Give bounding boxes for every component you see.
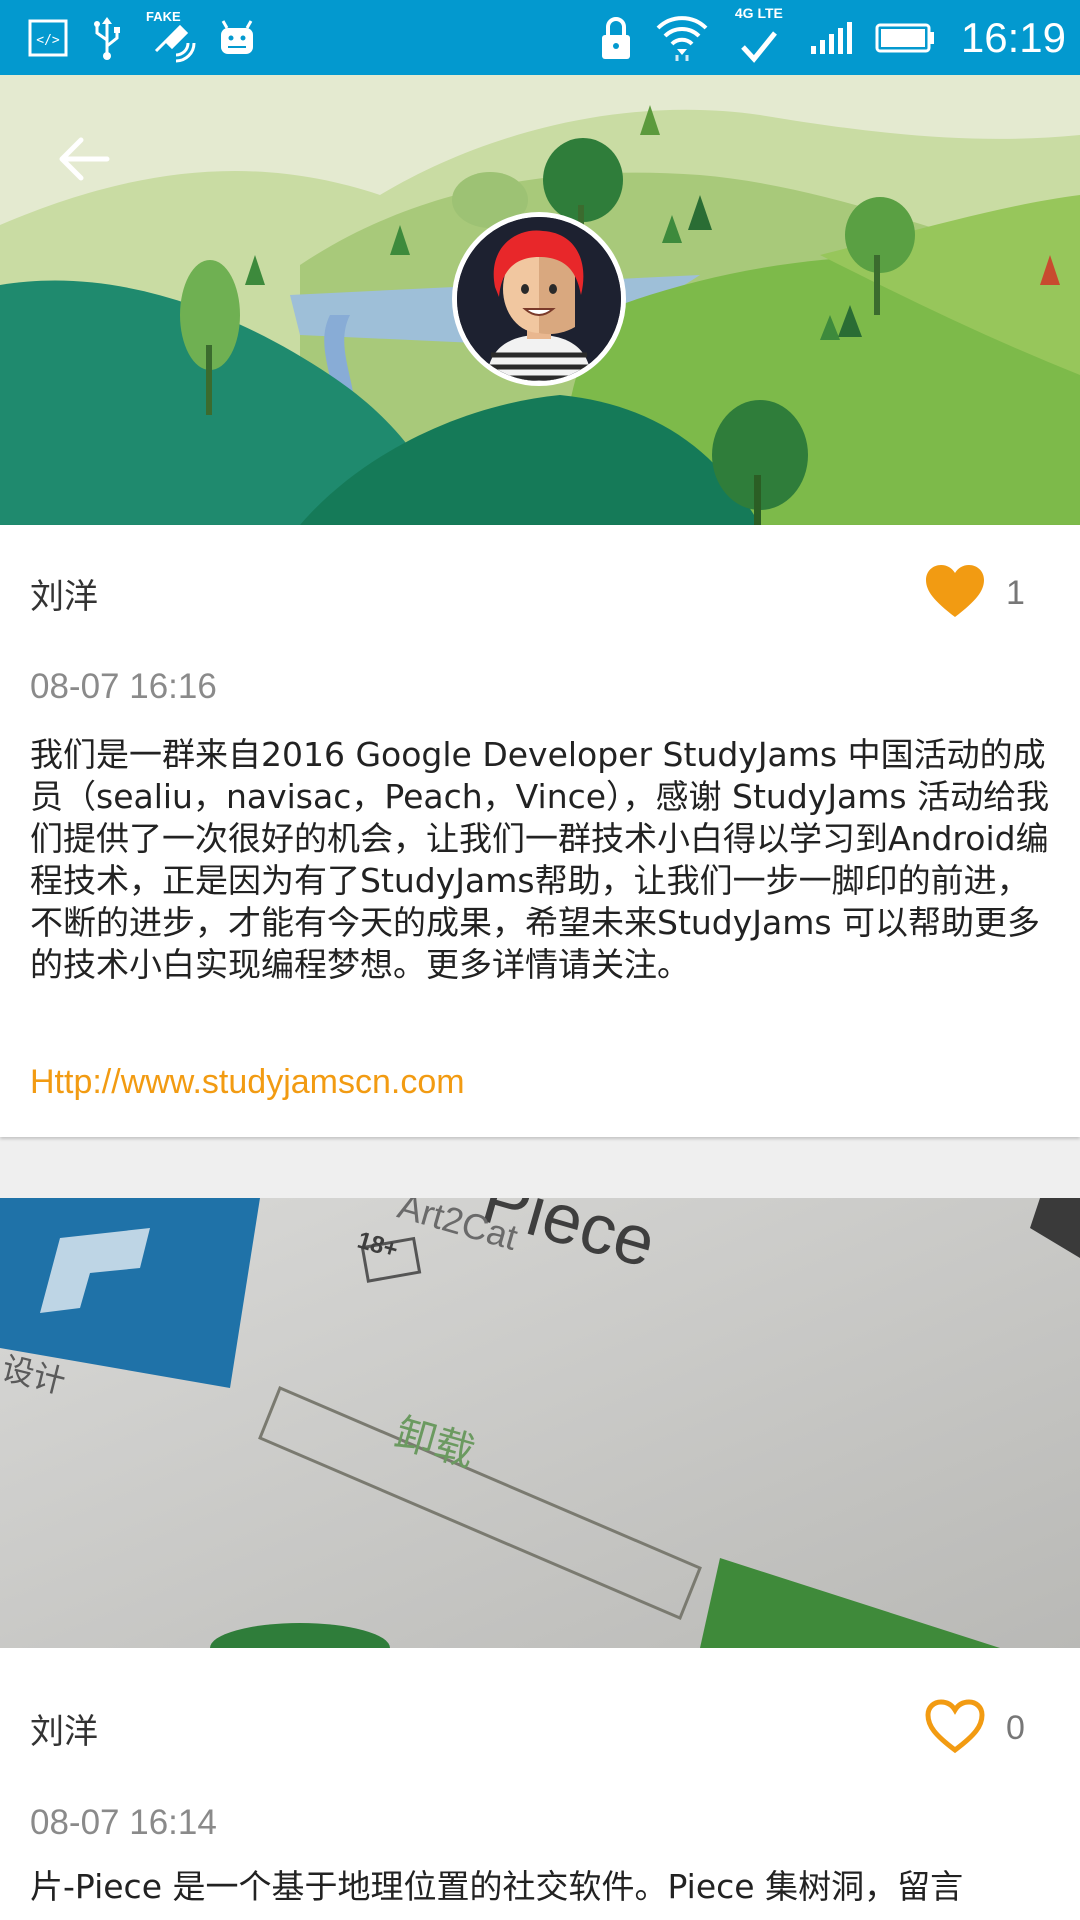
usb-icon bbox=[90, 16, 124, 60]
avatar[interactable] bbox=[452, 212, 626, 386]
heart-outline-icon[interactable] bbox=[924, 1698, 986, 1758]
header-banner bbox=[0, 75, 1080, 525]
clock: 16:19 bbox=[960, 13, 1066, 61]
svg-text:</>: </> bbox=[36, 33, 60, 48]
post-header: 刘洋 1 bbox=[30, 563, 1030, 623]
post-text: 我们是一群来自2016 Google Developer StudyJams 中… bbox=[30, 735, 1050, 984]
back-button[interactable] bbox=[52, 127, 116, 191]
like-count: 0 bbox=[1006, 1708, 1025, 1747]
app-store-photo: Piece Art2Cat 18+ 卸载 设计 bbox=[0, 1198, 1080, 1648]
post-time: 08-07 16:16 bbox=[30, 667, 217, 706]
post-text: 片-Piece 是一个基于地理位置的社交软件。Piece 集树洞，留言 bbox=[30, 1867, 964, 1906]
post-card[interactable]: 刘洋 1 08-07 16:16 我们是一群来自2016 Google Deve… bbox=[0, 525, 1080, 1137]
code-icon: </> bbox=[28, 19, 68, 57]
avatar-image bbox=[457, 217, 621, 381]
post-link[interactable]: Http://www.studyjamscn.com bbox=[30, 1063, 465, 1102]
battery-icon bbox=[875, 21, 935, 55]
post-header: 刘洋 0 bbox=[30, 1698, 1030, 1758]
lock-icon bbox=[599, 15, 633, 61]
post-card[interactable]: Piece Art2Cat 18+ 卸载 设计 刘洋 0 08-07 16:14… bbox=[0, 1198, 1080, 1920]
gps-icon: FAKE bbox=[146, 9, 196, 63]
check-icon: 4G LTE bbox=[731, 5, 787, 65]
author-name: 刘洋 bbox=[30, 576, 98, 617]
back-arrow-icon bbox=[59, 137, 110, 181]
heart-filled-icon[interactable] bbox=[924, 563, 986, 623]
signal-icon bbox=[809, 20, 853, 56]
author-name: 刘洋 bbox=[30, 1711, 98, 1752]
like-control[interactable]: 0 bbox=[924, 1698, 1030, 1758]
fake-tag: FAKE bbox=[146, 8, 181, 24]
status-bar: </> FAKE 4G LTE 16:19 bbox=[0, 0, 1080, 75]
network-tag: 4G LTE bbox=[734, 4, 783, 21]
post-time: 08-07 16:14 bbox=[30, 1803, 217, 1842]
post-photo[interactable]: Piece Art2Cat 18+ 卸载 设计 bbox=[0, 1198, 1080, 1648]
android-icon bbox=[218, 18, 256, 58]
like-count: 1 bbox=[1006, 573, 1025, 612]
like-control[interactable]: 1 bbox=[924, 563, 1030, 623]
wifi-icon bbox=[655, 13, 709, 63]
